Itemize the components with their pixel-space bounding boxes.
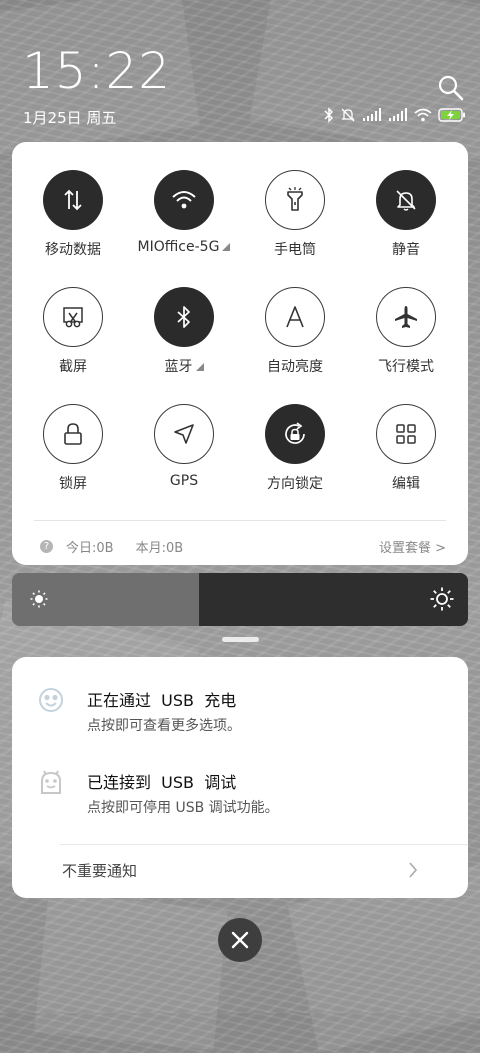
search-icon[interactable]: [437, 74, 465, 102]
edit-grid-icon[interactable]: [376, 404, 436, 464]
tile-label: 蓝牙: [164, 359, 193, 375]
tile-label: GPS: [169, 473, 199, 489]
lock-icon[interactable]: [43, 404, 103, 464]
divider: [60, 844, 468, 845]
tile-wifi[interactable]: MIOffice-5G: [127, 170, 241, 255]
tile-flashlight[interactable]: 手电筒: [238, 170, 352, 259]
tile-lock-screen[interactable]: 锁屏: [16, 404, 130, 493]
signal-strength-icon: [388, 108, 408, 122]
signal-strength-icon: [362, 108, 382, 122]
brightness-slider[interactable]: [12, 573, 468, 626]
tile-bluetooth[interactable]: 蓝牙: [127, 287, 241, 376]
notification-usb-charging[interactable]: 正在通过 USB 充电 点按即可查看更多选项。: [12, 687, 468, 747]
wifi-status-icon: [414, 108, 432, 122]
chevron-right-icon[interactable]: [408, 862, 418, 882]
drag-handle[interactable]: [222, 637, 259, 642]
status-header: 15:22 1月25日 周五: [0, 0, 480, 140]
notification-title: 已连接到 USB 调试: [87, 773, 237, 792]
divider: [34, 520, 446, 521]
system-status-icons: [324, 107, 466, 123]
android-debug-icon: [38, 769, 64, 795]
clear-all-button[interactable]: [218, 918, 262, 962]
tile-label: 编辑: [392, 476, 420, 492]
flashlight-icon[interactable]: [265, 170, 325, 230]
notification-usb-debugging[interactable]: 已连接到 USB 调试 点按即可停用 USB 调试功能。: [12, 769, 468, 829]
tile-edit[interactable]: 编辑: [349, 404, 463, 493]
clock[interactable]: 15:22: [22, 42, 171, 100]
tile-label: 自动亮度: [267, 359, 323, 375]
tile-label: 锁屏: [59, 476, 87, 492]
close-icon: [231, 931, 249, 949]
tile-label: 截屏: [59, 359, 87, 375]
tile-label: 手电筒: [274, 242, 316, 258]
help-icon[interactable]: ?: [40, 539, 53, 553]
tile-gps[interactable]: GPS: [127, 404, 241, 489]
mute-status-icon: [340, 107, 356, 123]
auto-brightness-icon[interactable]: [265, 287, 325, 347]
gps-icon[interactable]: [154, 404, 214, 464]
airplane-icon[interactable]: [376, 287, 436, 347]
brightness-track: [198, 573, 468, 626]
notification-subtitle: 点按即可查看更多选项。: [87, 718, 241, 734]
rotation-lock-icon[interactable]: [265, 404, 325, 464]
notification-subtitle: 点按即可停用 USB 调试功能。: [87, 800, 279, 816]
tile-auto-brightness[interactable]: 自动亮度: [238, 287, 352, 376]
brightness-low-icon: [30, 590, 48, 612]
tile-rotation-lock[interactable]: 方向锁定: [238, 404, 352, 493]
screenshot-icon[interactable]: [43, 287, 103, 347]
plan-settings-link[interactable]: 设置套餐 >: [379, 537, 446, 556]
tile-label: 移动数据: [45, 242, 101, 258]
tile-label: 飞行模式: [378, 359, 434, 375]
bluetooth-status-icon: [324, 107, 334, 123]
wifi-icon[interactable]: [154, 170, 214, 230]
battery-charging-icon: [438, 108, 466, 122]
mute-bell-icon[interactable]: [376, 170, 436, 230]
tile-mute[interactable]: 静音: [349, 170, 463, 259]
tile-mobile-data[interactable]: 移动数据: [16, 170, 130, 259]
date[interactable]: 1月25日 周五: [23, 107, 116, 128]
tile-screenshot[interactable]: 截屏: [16, 287, 130, 376]
bluetooth-icon[interactable]: [154, 287, 214, 347]
notification-panel: 正在通过 USB 充电 点按即可查看更多选项。 已连接到 USB 调试 点按即可…: [12, 657, 468, 898]
tile-airplane[interactable]: 飞行模式: [349, 287, 463, 376]
wallpaper-paper: [33, 890, 229, 1052]
data-usage-row: ? 今日:0B 本月:0B 设置套餐 >: [40, 536, 446, 556]
notification-title: 正在通过 USB 充电: [87, 691, 237, 710]
mobile-data-icon[interactable]: [43, 170, 103, 230]
expand-triangle-icon: [222, 243, 231, 251]
data-today: 今日:0B: [66, 540, 114, 556]
data-month: 本月:0B: [135, 540, 184, 556]
tile-label: MIOffice-5G: [137, 239, 220, 255]
unimportant-notifications-link[interactable]: 不重要通知: [62, 860, 420, 881]
usb-charge-face-icon: [38, 687, 64, 713]
brightness-high-icon: [430, 587, 454, 615]
quick-settings-panel: 移动数据 MIOffice-5G 手电筒 静音 截屏 蓝牙 自动亮度 飞行模式 …: [12, 142, 468, 565]
expand-triangle-icon: [195, 363, 204, 371]
tile-label: 方向锁定: [267, 476, 323, 492]
tile-label: 静音: [392, 242, 420, 258]
